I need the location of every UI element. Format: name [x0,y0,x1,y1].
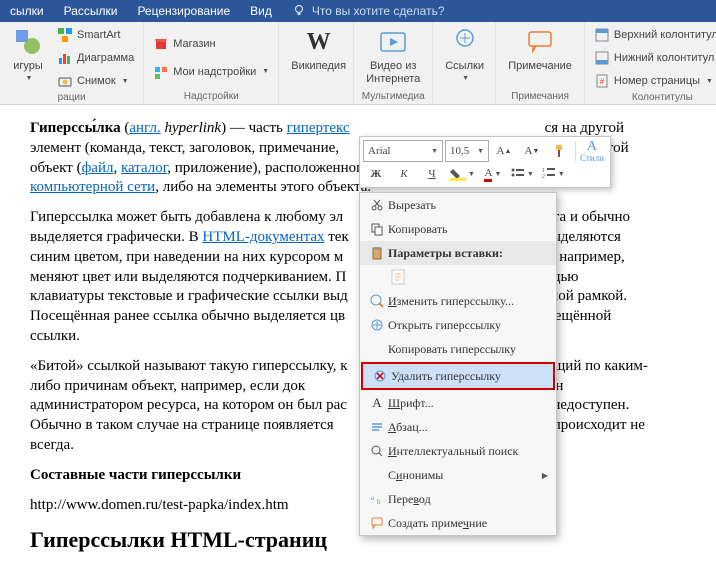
page-number-button[interactable]: #Номер страницы▼ [591,70,716,92]
addins-button[interactable]: Мои надстройки▼ [150,61,272,83]
ctx-font[interactable]: AШрифт... [360,391,556,415]
ctx-cut[interactable]: Вырезать [360,193,556,217]
pagenum-icon: # [594,73,610,89]
format-painter-button[interactable] [547,141,573,161]
comment-icon [526,29,554,55]
footer-button[interactable]: Нижний колонтитул▼ [591,47,716,69]
ribbon-tabs: сылки Рассылки Рецензирование Вид Что вы… [0,0,716,22]
numbering-icon: 12 [542,167,556,181]
font-color-button[interactable]: A▼ [480,164,506,184]
url-text: http://www.domen.ru/test-papka/index.htm [30,496,650,516]
new-comment-icon [370,516,384,530]
link-english[interactable]: англ. [129,120,160,136]
camera-icon [57,73,73,89]
ctx-copy[interactable]: Копировать [360,217,556,241]
brush-icon [552,143,568,159]
bullets-button[interactable]: ▼ [508,164,537,184]
numbering-button[interactable]: 12▼ [539,164,568,184]
svg-text:#: # [600,77,605,86]
clipboard-icon [370,246,384,260]
smartart-button[interactable]: SmartArt [54,24,137,46]
ctx-copy-hyperlink[interactable]: Копировать гиперссылку [360,337,556,361]
styles-button[interactable]: AСтили [575,141,607,161]
search-icon [370,444,384,458]
header-button[interactable]: Верхний колонтитул▼ [591,24,716,46]
svg-text:2: 2 [542,174,545,180]
link-network[interactable]: компьютерной сети [30,179,155,195]
link-hypertext[interactable]: гипертекс [287,120,350,136]
italic-button[interactable]: К [391,164,417,184]
lightbulb-icon [292,4,306,18]
translate-icon: аb [370,492,384,506]
font-a-icon: A [366,395,388,411]
group-illustrations-label: рации [6,92,137,105]
link-icon [451,28,479,56]
font-name-combo[interactable]: Arial▼ [363,140,443,162]
online-video-button[interactable]: Видео из Интернета [360,24,426,91]
ctx-synonyms[interactable]: Синонимы▶ [360,463,556,487]
globe-remove-icon [373,369,387,383]
ctx-paste-options-header: Параметры вставки: [360,241,556,265]
link-html-docs[interactable]: HTML-документах [202,229,324,245]
tell-me[interactable]: Что вы хотите сделать? [282,0,445,22]
tab-mailings[interactable]: Рассылки [54,0,128,22]
ctx-paste-option-1[interactable] [360,265,556,289]
footer-icon [594,50,610,66]
highlight-button[interactable]: ▼ [447,164,478,184]
group-media-label: Мультимедиа [360,91,426,104]
tab-view[interactable]: Вид [240,0,282,22]
paste-keep-icon [388,267,408,287]
ctx-new-comment[interactable]: Создать примечние [360,511,556,535]
comment-button[interactable]: Примечание [502,24,578,91]
chart-button[interactable]: Диаграмма [54,47,137,69]
wikipedia-icon: W [303,26,335,58]
svg-text:а: а [371,494,375,502]
ctx-edit-hyperlink[interactable]: Изменить гиперссылку... [360,289,556,313]
svg-text:b: b [377,498,381,506]
shapes-button[interactable]: игуры▼ [6,24,50,86]
links-button[interactable]: Ссылки▼ [439,24,490,91]
group-headers-label: Колонтитулы [591,92,716,105]
copy-icon [370,222,384,236]
shrink-font-button[interactable]: A▼ [519,141,545,161]
heading-parts: Составные части гиперссылки [30,467,241,483]
group-comments-label: Примечания [502,91,578,104]
globe-edit-icon [370,294,384,308]
paragraph-icon [370,420,384,434]
addin-icon [153,64,169,80]
ctx-paragraph[interactable]: Абзац... [360,415,556,439]
screenshot-button[interactable]: Снимок▼ [54,70,137,92]
bold-button[interactable]: Ж [363,164,389,184]
ctx-smart-lookup[interactable]: Интеллектуальный поиск [360,439,556,463]
chart-icon [57,50,73,66]
ribbon: игуры▼ SmartArt Диаграмма Снимок▼ рации … [0,22,716,105]
link-file[interactable]: файл [82,160,114,176]
underline-button[interactable]: Ч [419,164,445,184]
globe-open-icon [370,318,384,332]
context-menu: Вырезать Копировать Параметры вставки: И… [359,192,557,536]
scissors-icon [370,198,384,212]
wikipedia-button[interactable]: WВикипедия [285,24,352,91]
smartart-icon [57,27,73,43]
tab-mailings-partial[interactable]: сылки [0,0,54,22]
store-button[interactable]: Магазин [150,33,272,55]
ctx-remove-hyperlink[interactable]: Удалить гиперссылку [363,364,553,388]
link-catalog[interactable]: каталог [121,160,167,176]
group-addins-label: Надстройки [150,91,272,104]
ctx-open-hyperlink[interactable]: Открыть гиперссылку [360,313,556,337]
shapes-icon [13,27,43,57]
header-icon [594,27,610,43]
ctx-translate[interactable]: аbПеревод [360,487,556,511]
font-size-combo[interactable]: 10,5▼ [445,140,489,162]
heading-html-links: Гиперссылки HTML-страниц [30,525,650,554]
store-icon [153,36,169,52]
tab-review[interactable]: Рецензирование [127,0,240,22]
video-icon [378,29,408,55]
highlight-icon [450,167,466,181]
mini-toolbar: Arial▼ 10,5▼ A▲ A▼ AСтили Ж К Ч ▼ A▼ ▼ 1… [359,136,611,188]
grow-font-button[interactable]: A▲ [491,141,517,161]
bullets-icon [511,167,525,181]
